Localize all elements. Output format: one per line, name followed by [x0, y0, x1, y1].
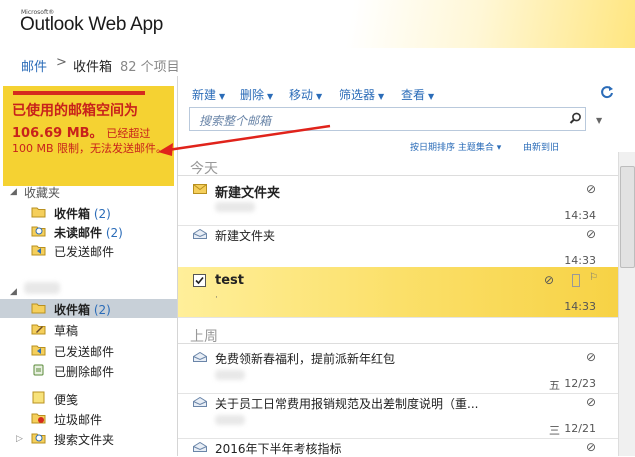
folder-item-junk[interactable]: 垃圾邮件	[0, 409, 177, 428]
favorite-item-inbox[interactable]: 收件箱 (2)	[0, 203, 177, 222]
message-subject: test	[215, 273, 244, 288]
move-button[interactable]: 移动 ▼	[289, 86, 322, 103]
junk-folder-icon	[31, 413, 46, 424]
sender-redacted	[215, 415, 245, 425]
folder-item-notes[interactable]: 便笺	[0, 389, 177, 408]
search-folder-icon	[31, 433, 46, 444]
new-button[interactable]: 新建 ▼	[192, 86, 225, 103]
app-logo: Outlook Web App	[20, 14, 164, 35]
refresh-icon[interactable]	[600, 85, 614, 99]
view-button[interactable]: 查看 ▼	[401, 86, 434, 103]
flag-icon[interactable]: ⚐	[589, 272, 598, 283]
folder-pane: 已使用的邮箱空间为 106.69 MB。 已经超过 100 MB 限制，无法发送…	[0, 76, 178, 456]
attachment-icon: ⊘	[585, 440, 596, 454]
breadcrumb: 邮件 > 收件箱 82 个项目	[0, 48, 635, 76]
search-icon[interactable]	[569, 112, 582, 125]
delete-button[interactable]: 删除 ▼	[240, 86, 273, 103]
message-row[interactable]: 关于员工日常费用报销规范及出差制度说明（重... ⊘ 三 12/21	[178, 389, 618, 439]
sender-redacted	[215, 202, 255, 212]
message-row[interactable]: 免费领新春福利，提前派新年红包 ⊘ 五 12/23	[178, 344, 618, 394]
folder-item-search-folders[interactable]: 搜索文件夹	[0, 429, 177, 448]
search-options-chevron-icon[interactable]: ▼	[596, 116, 602, 125]
quota-line-3: 100 MB 限制，无法发送邮件。	[12, 142, 168, 155]
scrollbar-thumb[interactable]	[620, 166, 635, 268]
search-folder-icon	[31, 226, 46, 237]
sent-folder-icon	[31, 245, 46, 256]
quota-exceeded-text: 已经超过	[106, 127, 151, 140]
quota-used-size: 106.69 MB。	[12, 126, 103, 141]
favorite-item-sent[interactable]: 已发送邮件	[0, 241, 177, 260]
attachment-icon: ⊘	[585, 395, 596, 409]
inbox-folder-icon	[31, 207, 46, 218]
message-row[interactable]: 2016年下半年考核指标 ⊘	[178, 434, 618, 456]
sent-folder-icon	[31, 345, 46, 356]
drafts-folder-icon	[31, 324, 46, 335]
message-time: 14:33	[564, 254, 596, 267]
inbox-folder-icon	[31, 303, 46, 314]
sender-preview: ·	[215, 293, 218, 303]
message-subject: 新建文件夹	[215, 186, 281, 201]
read-envelope-icon	[193, 352, 207, 362]
sort-by-menu[interactable]: 按日期排序 主题集合 ▾	[410, 140, 501, 153]
sender-redacted	[215, 370, 245, 380]
quota-line-2: 106.69 MB。 已经超过	[12, 122, 172, 141]
folder-item-inbox[interactable]: 收件箱 (2)	[0, 299, 177, 318]
message-subject: 新建文件夹	[215, 229, 276, 243]
quota-line-1: 已使用的邮箱空间为	[12, 103, 138, 119]
message-subject: 2016年下半年考核指标	[215, 442, 342, 456]
attachment-icon: ⊘	[543, 273, 554, 287]
message-row[interactable]: 新建文件夹 ⊘ 14:34	[178, 176, 618, 226]
search-input[interactable]: 搜索整个邮箱	[199, 112, 271, 129]
breadcrumb-separator: >	[56, 55, 67, 70]
read-envelope-icon	[193, 397, 207, 407]
unread-envelope-icon	[193, 184, 207, 194]
breadcrumb-current-folder: 收件箱	[73, 60, 113, 75]
folder-item-sent[interactable]: 已发送邮件	[0, 341, 177, 360]
message-row-selected[interactable]: test · ⊘ ⚐ 14:33	[178, 267, 618, 318]
filter-button[interactable]: 筛选器 ▼	[339, 86, 384, 103]
message-time: 14:33	[564, 300, 596, 313]
breadcrumb-mail-link[interactable]: 邮件	[21, 56, 47, 75]
attachment-icon: ⊘	[585, 182, 596, 196]
recycle-bin-icon	[33, 364, 44, 376]
read-envelope-icon	[193, 442, 207, 452]
attachment-icon: ⊘	[585, 350, 596, 364]
item-count: 82 个项目	[120, 60, 180, 75]
notes-icon	[32, 391, 45, 404]
message-row[interactable]: 新建文件夹 ⊘ 14:33	[178, 221, 618, 271]
checkbox-checked-icon[interactable]	[193, 274, 206, 287]
category-icon[interactable]	[572, 274, 580, 287]
quota-warning: 已使用的邮箱空间为 106.69 MB。 已经超过 100 MB 限制，无法发送…	[3, 86, 174, 186]
attachment-icon: ⊘	[585, 227, 596, 241]
sort-order-menu[interactable]: 由新到旧	[523, 140, 559, 153]
read-envelope-icon	[193, 229, 207, 239]
collapse-triangle-icon[interactable]: ◢	[10, 187, 17, 197]
collapse-triangle-icon[interactable]: ◢	[10, 287, 17, 297]
search-box[interactable]: 搜索整个邮箱	[189, 107, 586, 131]
folder-item-deleted[interactable]: 已删除邮件	[0, 361, 177, 380]
quota-bar	[13, 91, 145, 95]
favorite-item-unread[interactable]: 未读邮件 (2)	[0, 222, 177, 241]
header-banner: Microsoft® Outlook Web App	[0, 0, 635, 48]
message-subject: 免费领新春福利，提前派新年红包	[215, 352, 396, 366]
folder-item-drafts[interactable]: 草稿	[0, 320, 177, 339]
mailbox-name-redacted	[24, 282, 60, 294]
message-subject: 关于员工日常费用报销规范及出差制度说明（重...	[215, 397, 479, 411]
favorites-header[interactable]: 收藏夹	[24, 184, 60, 201]
